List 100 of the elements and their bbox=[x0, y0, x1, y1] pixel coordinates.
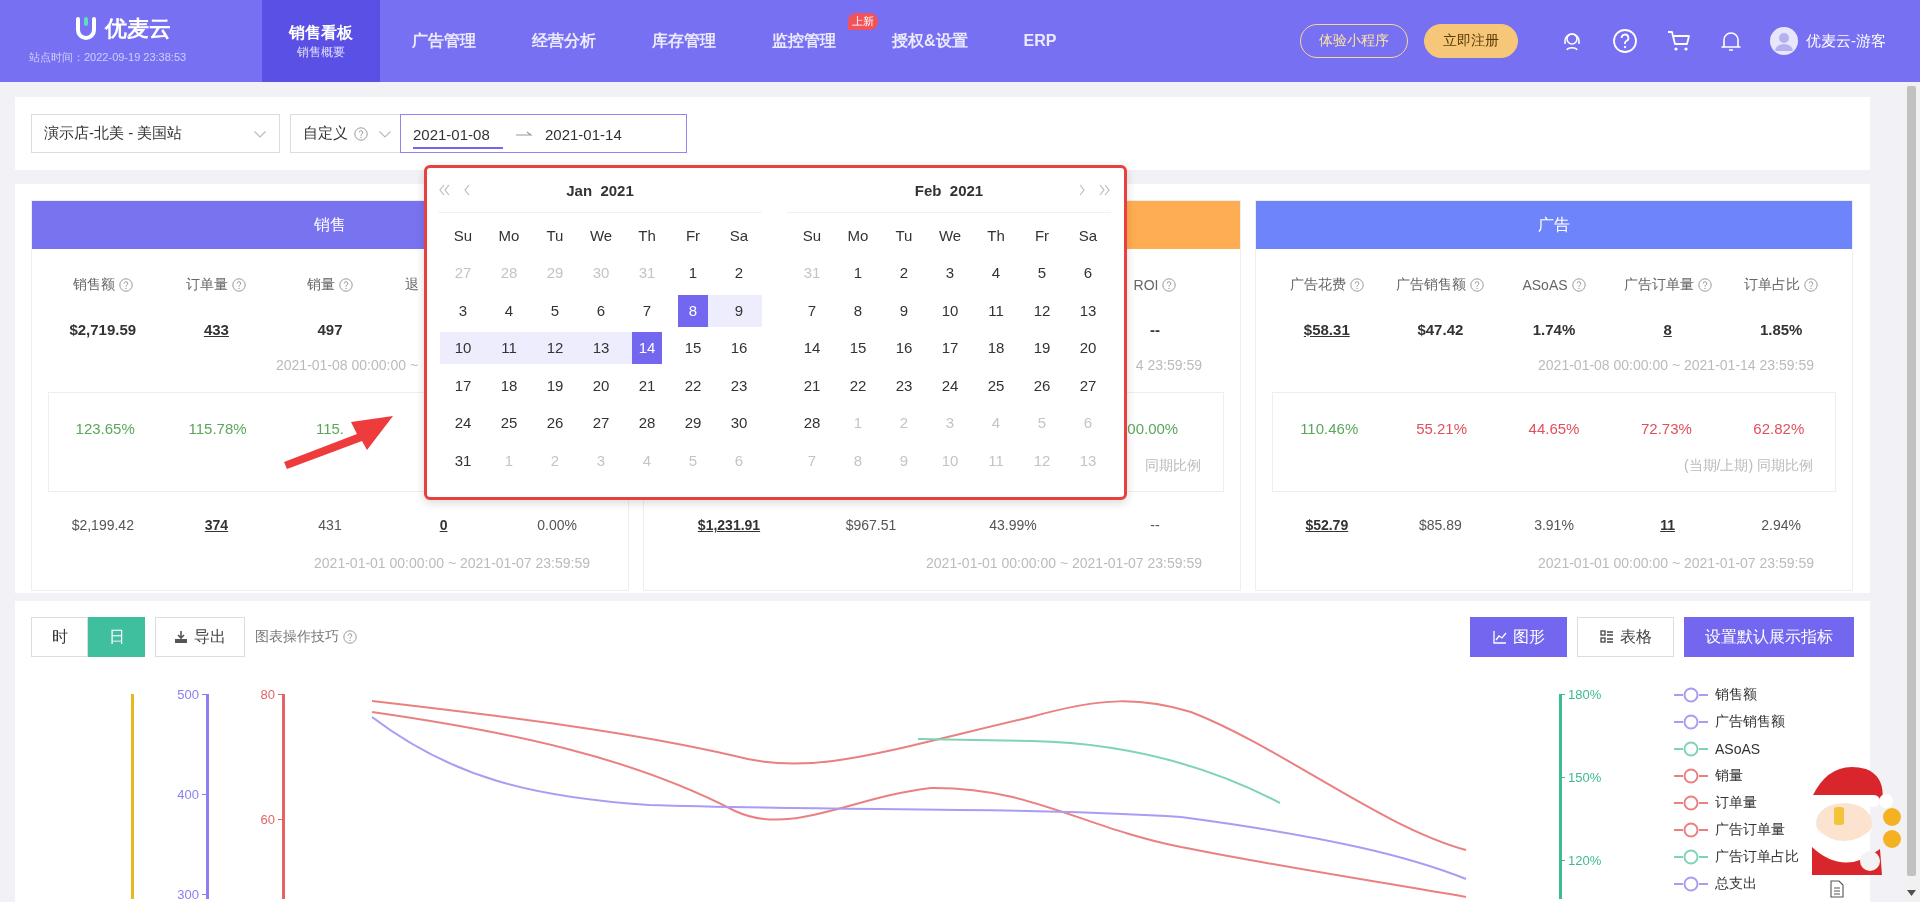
bell-icon[interactable] bbox=[1720, 29, 1742, 53]
calendar-day[interactable]: 15 bbox=[670, 332, 716, 365]
calendar-day[interactable]: 12 bbox=[1019, 294, 1065, 327]
legend-item[interactable]: 销售额 bbox=[1673, 685, 1799, 705]
calendar-day[interactable]: 2 bbox=[716, 257, 762, 290]
calendar-day[interactable]: 31 bbox=[440, 444, 486, 477]
calendar-day[interactable]: 15 bbox=[835, 332, 881, 365]
chevron-right-icon[interactable] bbox=[1078, 184, 1086, 196]
nav-tab[interactable]: 销售看板 销售概要 bbox=[262, 0, 380, 82]
table-view-button[interactable]: 表格 bbox=[1577, 617, 1674, 657]
logo-text[interactable]: 优麦云 bbox=[105, 14, 171, 44]
export-button[interactable]: 导出 bbox=[155, 617, 245, 657]
calendar-day[interactable]: 24 bbox=[440, 407, 486, 440]
calendar-day[interactable]: 3 bbox=[927, 257, 973, 290]
metric-value-link[interactable]: 374 bbox=[204, 517, 229, 533]
help-icon[interactable] bbox=[354, 126, 368, 141]
help-icon[interactable] bbox=[1470, 278, 1485, 292]
register-button[interactable]: 立即注册 bbox=[1424, 24, 1518, 58]
calendar-day[interactable]: 14 bbox=[789, 332, 835, 365]
calendar-day[interactable]: 29 bbox=[670, 407, 716, 440]
legend-item[interactable]: 销量 bbox=[1673, 766, 1799, 786]
scrollbar-thumb[interactable] bbox=[1907, 86, 1916, 876]
calendar-day[interactable]: 20 bbox=[578, 369, 624, 402]
logo-icon[interactable] bbox=[75, 16, 97, 42]
calendar-day[interactable]: 1 bbox=[670, 257, 716, 290]
help-icon[interactable] bbox=[1349, 278, 1364, 292]
legend-item[interactable]: 订单量 bbox=[1673, 793, 1799, 813]
help-icon[interactable] bbox=[339, 278, 353, 292]
calendar-day[interactable]: 8 bbox=[835, 294, 881, 327]
legend-item[interactable]: 广告订单占比 bbox=[1673, 847, 1799, 867]
calendar-day[interactable]: 12 bbox=[532, 332, 578, 365]
calendar-day[interactable]: 16 bbox=[716, 332, 762, 365]
month-title[interactable]: Jan 2021 bbox=[566, 181, 634, 199]
chevron-left-icon[interactable] bbox=[463, 184, 471, 196]
calendar-day[interactable]: 9 bbox=[716, 294, 762, 327]
calendar-day[interactable]: 9 bbox=[881, 294, 927, 327]
scroll-down-arrow-icon[interactable] bbox=[1907, 890, 1916, 896]
calendar-day[interactable]: 10 bbox=[440, 332, 486, 365]
help-icon[interactable] bbox=[118, 278, 133, 292]
help-icon[interactable] bbox=[232, 278, 247, 292]
calendar-day[interactable]: 28 bbox=[624, 407, 670, 440]
metric-value-link[interactable]: $58.31 bbox=[1303, 320, 1350, 338]
calendar-day[interactable]: 27 bbox=[1065, 369, 1111, 402]
metric-value-link[interactable]: $52.79 bbox=[1305, 517, 1349, 533]
metric-value-link[interactable]: 433 bbox=[203, 320, 229, 338]
metric-value-link[interactable]: $1,231.91 bbox=[697, 517, 761, 533]
calendar-day[interactable]: 4 bbox=[486, 294, 532, 327]
calendar-day[interactable]: 11 bbox=[973, 294, 1019, 327]
calendar-day[interactable]: 1 bbox=[835, 257, 881, 290]
help-icon[interactable] bbox=[1162, 278, 1177, 292]
calendar-day[interactable]: 5 bbox=[1019, 257, 1065, 290]
chart-view-button[interactable]: 图形 bbox=[1470, 617, 1567, 657]
calendar-day[interactable]: 3 bbox=[440, 294, 486, 327]
calendar-day[interactable]: 11 bbox=[486, 332, 532, 365]
calendar-day[interactable]: 22 bbox=[835, 369, 881, 402]
metric-value-link[interactable]: 8 bbox=[1663, 320, 1672, 338]
legend-item[interactable]: 广告销售额 bbox=[1673, 712, 1799, 732]
calendar-day[interactable]: 18 bbox=[486, 369, 532, 402]
calendar-day[interactable]: 7 bbox=[624, 294, 670, 327]
calendar-day[interactable]: 19 bbox=[1019, 332, 1065, 365]
calendar-day[interactable]: 26 bbox=[532, 407, 578, 440]
calendar-day[interactable]: 20 bbox=[1065, 332, 1111, 365]
legend-item[interactable]: 总支出 bbox=[1673, 874, 1799, 894]
calendar-day[interactable]: 23 bbox=[716, 369, 762, 402]
calendar-day[interactable]: 21 bbox=[624, 369, 670, 402]
help-icon[interactable] bbox=[1697, 278, 1712, 292]
help-icon[interactable] bbox=[1804, 278, 1819, 292]
calendar-day[interactable]: 7 bbox=[789, 294, 835, 327]
calendar-day[interactable]: 25 bbox=[973, 369, 1019, 402]
metric-value-link[interactable]: 11 bbox=[1660, 517, 1675, 533]
calendar-day[interactable]: 26 bbox=[1019, 369, 1065, 402]
document-icon[interactable] bbox=[1830, 880, 1844, 898]
calendar-day[interactable]: 30 bbox=[716, 407, 762, 440]
double-chevron-left-icon[interactable] bbox=[438, 184, 451, 196]
calendar-day[interactable]: 2 bbox=[881, 257, 927, 290]
cart-icon[interactable] bbox=[1666, 29, 1692, 53]
calendar-day[interactable]: 16 bbox=[881, 332, 927, 365]
store-select[interactable]: 演示店-北美 - 美国站 bbox=[31, 114, 280, 153]
date-range-field[interactable]: 2021-01-08 2021-01-14 bbox=[400, 114, 687, 153]
calendar-day[interactable]: 13 bbox=[578, 332, 624, 365]
avatar-icon[interactable] bbox=[1770, 27, 1798, 55]
calendar-day[interactable]: 21 bbox=[789, 369, 835, 402]
granularity-tab[interactable]: 时 bbox=[31, 617, 88, 657]
calendar-day[interactable]: 6 bbox=[1065, 257, 1111, 290]
double-chevron-right-icon[interactable] bbox=[1098, 184, 1111, 196]
calendar-day[interactable]: 23 bbox=[881, 369, 927, 402]
legend-item[interactable]: 广告订单量 bbox=[1673, 820, 1799, 840]
calendar-day[interactable]: 19 bbox=[532, 369, 578, 402]
help-icon[interactable] bbox=[1571, 278, 1586, 292]
calendar-day[interactable]: 5 bbox=[532, 294, 578, 327]
calendar-day[interactable]: 28 bbox=[789, 407, 835, 440]
scrollbar[interactable] bbox=[1903, 82, 1920, 902]
period-select[interactable]: 自定义 bbox=[290, 114, 400, 153]
calendar-day[interactable]: 17 bbox=[440, 369, 486, 402]
calendar-day[interactable]: 24 bbox=[927, 369, 973, 402]
calendar-day[interactable]: 25 bbox=[486, 407, 532, 440]
calendar-day[interactable]: 6 bbox=[578, 294, 624, 327]
calendar-day[interactable]: 18 bbox=[973, 332, 1019, 365]
user-name[interactable]: 优麦云-游客 bbox=[1806, 31, 1886, 51]
metric-value-link[interactable]: 0 bbox=[439, 517, 448, 533]
